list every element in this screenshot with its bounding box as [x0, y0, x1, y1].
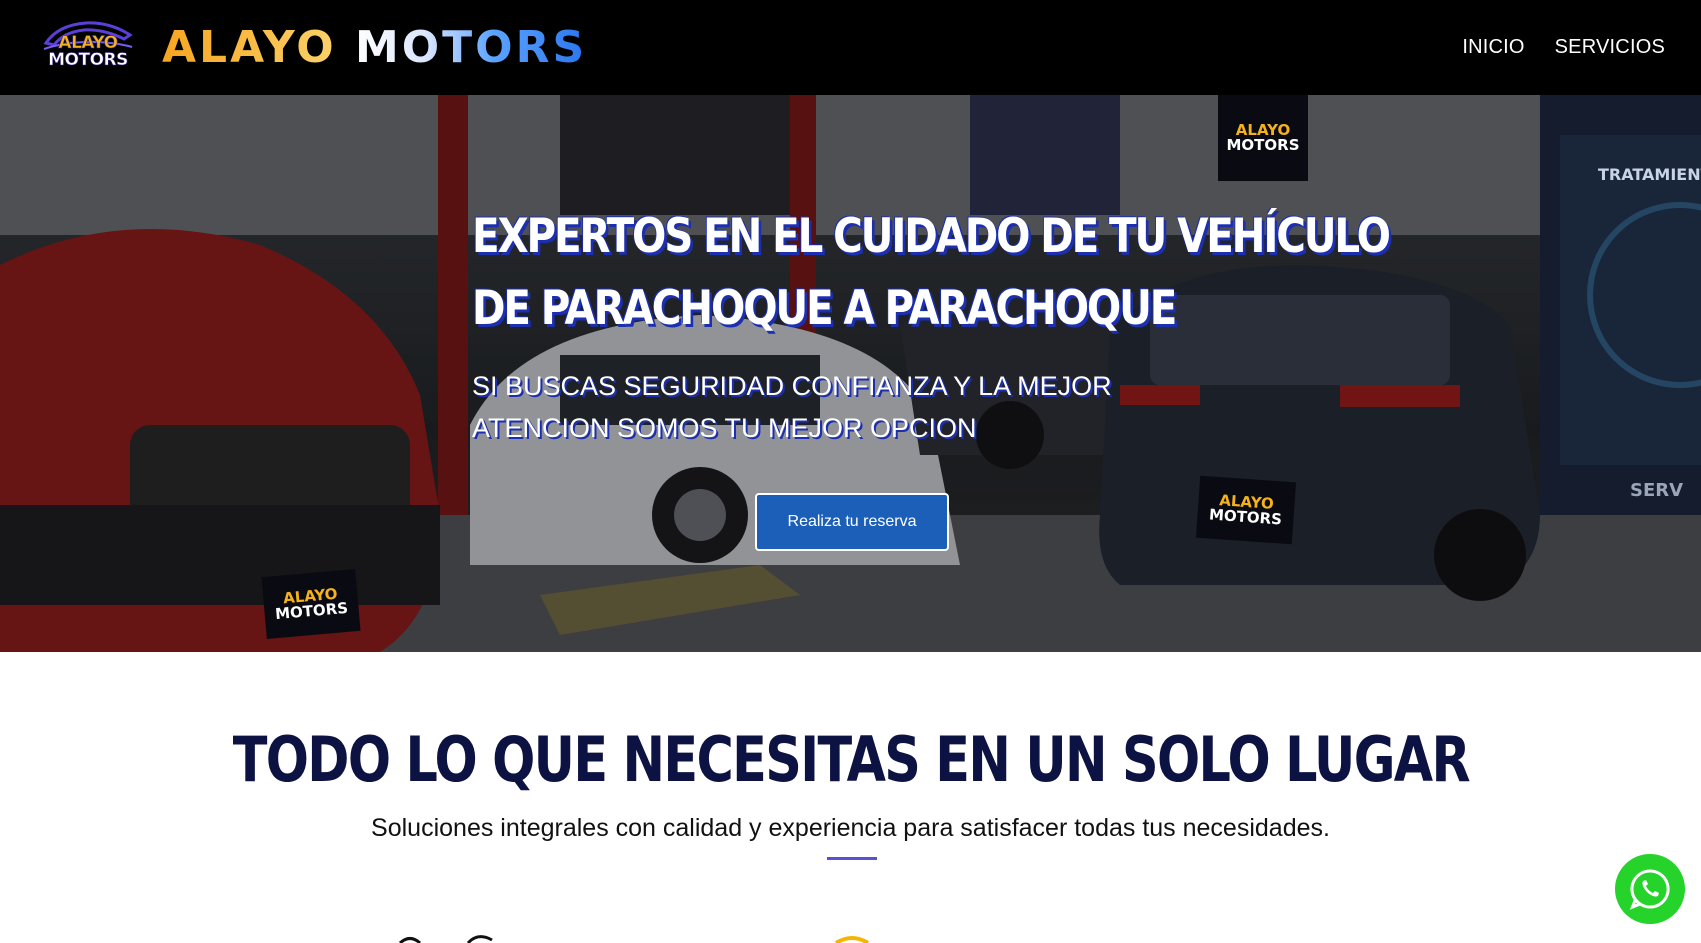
hero-logo-top: ALAYO MOTORS	[1218, 95, 1308, 181]
reserve-button[interactable]: Realiza tu reserva	[755, 493, 949, 551]
hero-logo-bumper-line2: MOTORS	[274, 598, 349, 624]
whatsapp-button[interactable]	[1615, 854, 1685, 924]
hero-signage-text: TRATAMIENTO DE PINTURA	[1598, 165, 1701, 184]
whatsapp-icon	[1629, 869, 1670, 910]
service-icons-partial	[398, 935, 870, 943]
hero-title-line1: EXPERTOS EN EL CUIDADO DE TU VEHÍCULO	[472, 209, 1391, 264]
brand[interactable]: ALAYO MOTORS ALAYO MOTORS	[38, 15, 587, 81]
hero-logo-bumper: ALAYO MOTORS	[261, 569, 361, 639]
navbar: ALAYO MOTORS ALAYO MOTORS INICIO SERVICI…	[0, 0, 1701, 95]
nav-link-inicio[interactable]: INICIO	[1462, 36, 1524, 59]
main-nav: INICIO SERVICIOS	[1462, 36, 1665, 59]
hero-logo-plate: ALAYO MOTORS	[1195, 475, 1297, 545]
brand-logo[interactable]: ALAYO MOTORS	[38, 15, 138, 81]
hero-signage-bottom: SERV	[1630, 480, 1683, 501]
hero-title-line2: DE PARACHOQUE A PARACHOQUE	[472, 281, 1177, 336]
hero-logo-top-line2: MOTORS	[1226, 136, 1300, 154]
hero-content: EXPERTOS EN EL CUIDADO DE TU VEHÍCULO DE…	[472, 201, 1391, 449]
hero-logo-plate-line2: MOTORS	[1208, 505, 1283, 529]
section-subtitle: Soluciones integrales con calidad y expe…	[371, 814, 1330, 842]
brand-name-part2: MOTORS	[354, 21, 588, 73]
brand-name[interactable]: ALAYO MOTORS	[162, 25, 587, 70]
section-title-text: TODO LO QUE NECESITAS EN UN SOLO LUGAR	[232, 723, 1470, 796]
hero-signage: TRATAMIENTO DE PINTURA	[1598, 165, 1701, 185]
nav-link-servicios[interactable]: SERVICIOS	[1555, 36, 1665, 59]
hero-banner: ALAYO MOTORS ALAYO MOTORS ALAYO MOTORS T…	[0, 95, 1701, 652]
hero-subtitle: SI BUSCAS SEGURIDAD CONFIANZA Y LA MEJOR…	[472, 371, 1112, 443]
hero-signage-bottom-text: SERV	[1630, 480, 1684, 501]
section-divider	[827, 857, 877, 860]
logo-text-top: ALAYO	[58, 32, 118, 53]
brand-name-part1: ALAYO	[162, 21, 337, 73]
logo-text-bottom: MOTORS	[48, 49, 129, 70]
section-title: TODO LO QUE NECESITAS EN UN SOLO LUGAR	[0, 722, 1701, 798]
